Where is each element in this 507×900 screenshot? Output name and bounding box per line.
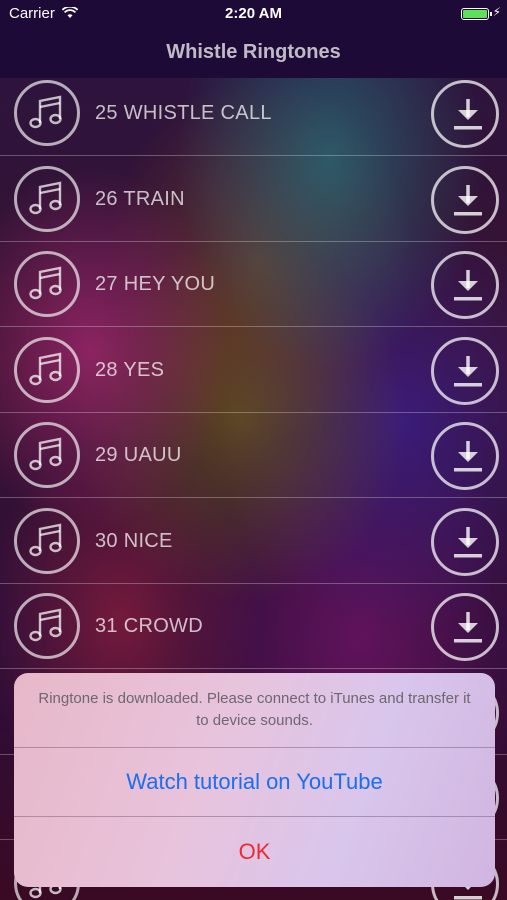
list-item[interactable]: 30 NICE <box>0 499 507 584</box>
music-note-icon[interactable] <box>14 507 80 574</box>
download-icon[interactable] <box>431 80 499 148</box>
music-note-icon[interactable] <box>14 251 80 317</box>
list-item[interactable]: 31 CROWD <box>0 584 507 669</box>
battery-icon <box>461 8 492 20</box>
alert-message: Ringtone is downloaded. Please connect t… <box>38 690 471 729</box>
page-title: Whistle Ringtones <box>166 41 341 63</box>
ok-button[interactable]: OK <box>14 817 495 887</box>
download-icon[interactable] <box>431 165 499 234</box>
ringtone-label: 26 TRAIN <box>95 187 185 210</box>
music-note-icon[interactable] <box>14 80 80 146</box>
music-note-icon[interactable] <box>14 422 80 488</box>
download-icon[interactable] <box>431 593 499 661</box>
clock: 2:20 AM <box>225 5 282 22</box>
download-icon[interactable] <box>431 422 499 490</box>
list-item[interactable]: 28 YES <box>0 328 507 413</box>
download-icon[interactable] <box>431 507 499 576</box>
watch-tutorial-button[interactable]: Watch tutorial on YouTube <box>14 748 495 816</box>
list-item[interactable]: 26 TRAIN <box>0 157 507 242</box>
download-alert: Ringtone is downloaded. Please connect t… <box>14 673 495 887</box>
list-item[interactable]: 25 WHISTLE CALL <box>0 78 507 156</box>
ringtone-label: 25 WHISTLE CALL <box>95 102 272 124</box>
ringtone-label: 29 UAUU <box>95 444 182 466</box>
ringtone-label: 27 HEY YOU <box>95 273 216 295</box>
download-icon[interactable] <box>431 251 499 319</box>
status-bar: Carrier 2:20 AM ⚡ <box>0 0 507 28</box>
charging-icon: ⚡ <box>492 5 501 19</box>
ringtone-label: 31 CROWD <box>95 615 203 637</box>
download-icon[interactable] <box>431 336 499 405</box>
list-item[interactable]: 27 HEY YOU <box>0 242 507 327</box>
ringtone-label: 28 YES <box>95 358 165 381</box>
music-note-icon[interactable] <box>14 336 80 403</box>
navigation-bar: Whistle Ringtones <box>0 28 507 78</box>
ringtone-label: 30 NICE <box>95 529 173 552</box>
music-note-icon[interactable] <box>14 165 80 232</box>
list-item[interactable]: 29 UAUU <box>0 413 507 498</box>
music-note-icon[interactable] <box>14 593 80 659</box>
